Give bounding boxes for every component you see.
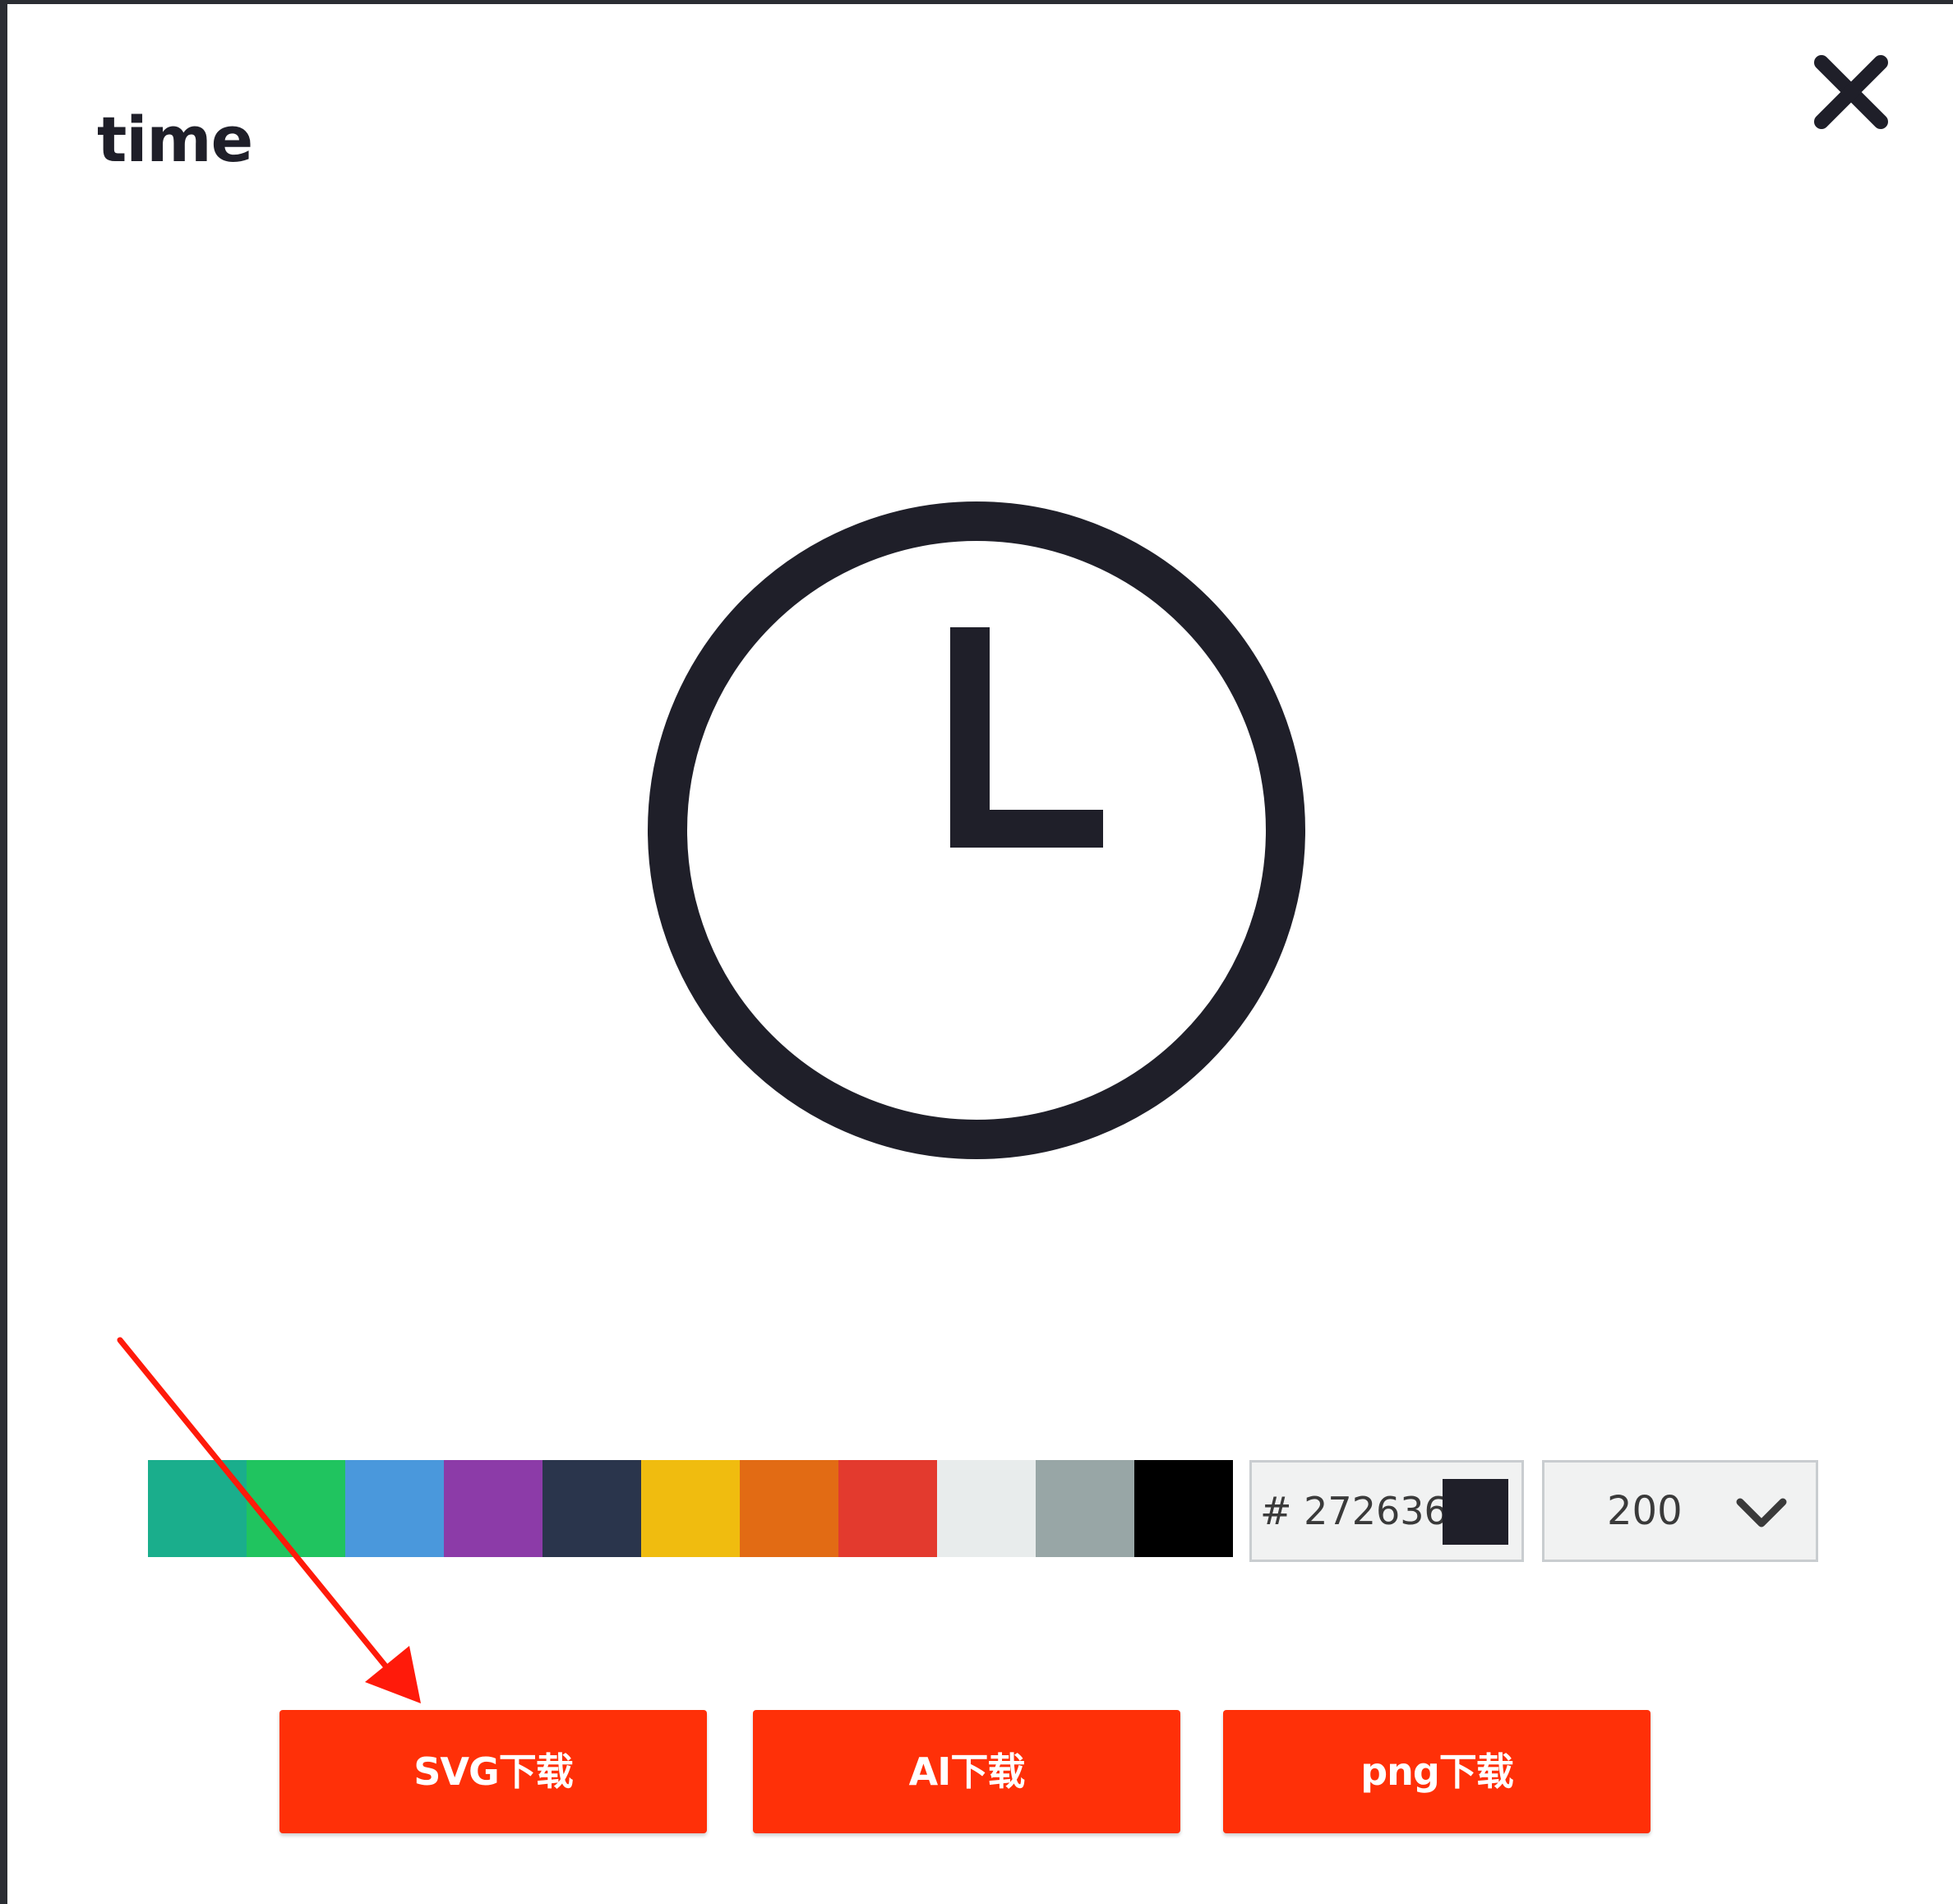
png-download-button[interactable]: png下载 [1223, 1710, 1651, 1833]
color-swatch-teal[interactable] [148, 1460, 247, 1557]
icon-preview [639, 493, 1314, 1167]
color-palette [148, 1460, 1233, 1557]
icon-detail-dialog: time # 272636 200 SVG下载 AI下载 png下载 [0, 0, 1953, 1904]
color-swatch-gray[interactable] [1036, 1460, 1134, 1557]
color-swatch-blue[interactable] [345, 1460, 444, 1557]
dialog-title: time [97, 103, 253, 176]
close-icon [1814, 55, 1888, 129]
color-swatch-green[interactable] [247, 1460, 345, 1557]
hex-color-field[interactable]: # 272636 [1249, 1460, 1524, 1562]
close-button[interactable] [1808, 49, 1894, 135]
window-left-edge [0, 0, 7, 1904]
size-select-value: 200 [1607, 1488, 1683, 1534]
window-top-edge [0, 0, 1953, 4]
color-swatch-yellow[interactable] [641, 1460, 740, 1557]
color-swatch-black[interactable] [1134, 1460, 1233, 1557]
hex-color-value: # 272636 [1260, 1489, 1448, 1533]
color-swatch-red[interactable] [838, 1460, 937, 1557]
ai-download-button[interactable]: AI下载 [753, 1710, 1180, 1833]
color-swatch-dark-navy[interactable] [542, 1460, 641, 1557]
color-swatch-orange[interactable] [740, 1460, 838, 1557]
svg-download-button[interactable]: SVG下载 [279, 1710, 707, 1833]
current-color-chip [1443, 1479, 1508, 1545]
clock-icon [648, 501, 1305, 1159]
color-swatch-light-gray[interactable] [937, 1460, 1036, 1557]
chevron-down-icon [1734, 1494, 1789, 1533]
size-select[interactable]: 200 [1542, 1460, 1818, 1562]
color-swatch-purple[interactable] [444, 1460, 542, 1557]
